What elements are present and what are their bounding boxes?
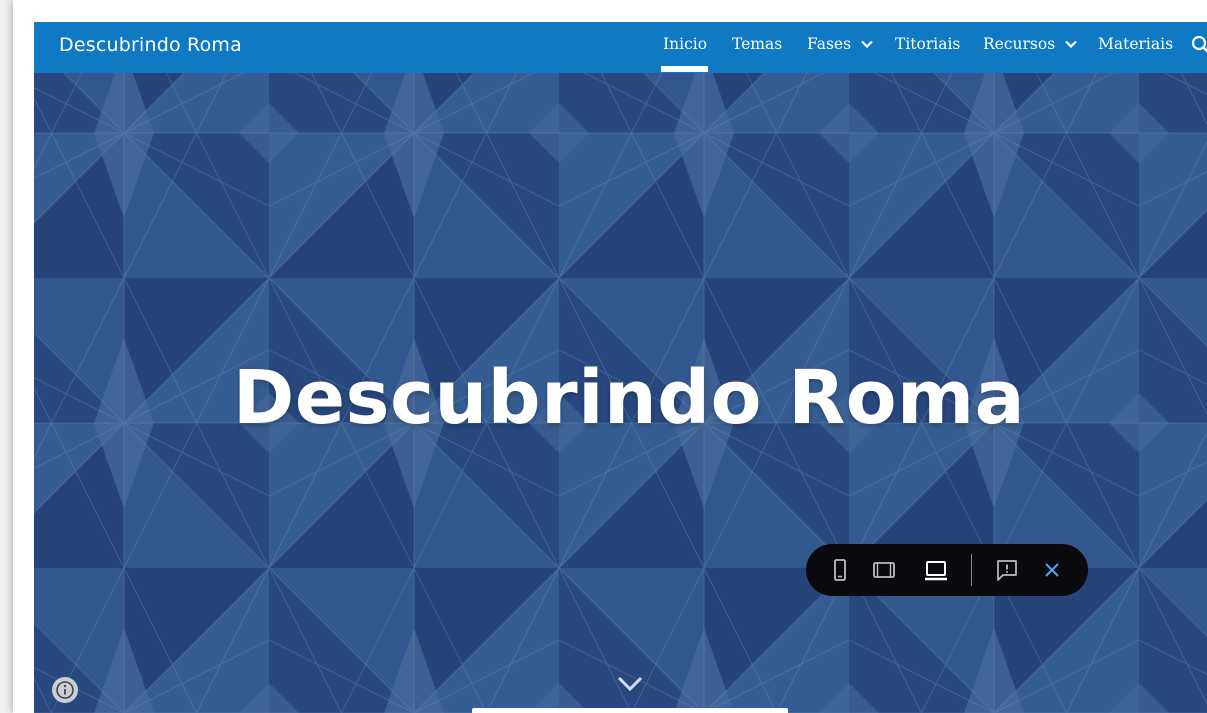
nav-item-fases[interactable]: Fases bbox=[807, 35, 873, 59]
nav-item-temas[interactable]: Temas bbox=[732, 35, 782, 59]
top-strip bbox=[13, 0, 1207, 22]
tablet-icon[interactable] bbox=[870, 556, 898, 584]
info-button[interactable] bbox=[52, 677, 78, 703]
report-issue-icon[interactable] bbox=[993, 556, 1021, 584]
nav-item-recursos[interactable]: Recursos bbox=[983, 35, 1077, 59]
phone-icon[interactable] bbox=[826, 556, 854, 584]
chevron-down-icon bbox=[1065, 40, 1077, 48]
content-edge bbox=[472, 708, 788, 713]
nav-item-label: Materiais bbox=[1098, 35, 1174, 53]
toolbar-divider bbox=[971, 554, 972, 586]
active-nav-indicator bbox=[661, 66, 708, 72]
info-icon bbox=[56, 681, 74, 699]
nav-item-titoriais[interactable]: Titoriais bbox=[895, 35, 960, 59]
nav-item-label: Titoriais bbox=[895, 35, 961, 53]
close-icon[interactable] bbox=[1038, 556, 1066, 584]
nav-item-materiais[interactable]: Materiais bbox=[1098, 35, 1173, 59]
preview-device-toolbar bbox=[806, 544, 1088, 596]
nav-item-label: Temas bbox=[732, 35, 783, 53]
scroll-down-chevron-icon[interactable] bbox=[617, 676, 643, 692]
nav-item-label: Inicio bbox=[663, 35, 708, 53]
hero-banner: Descubrindo Roma bbox=[34, 73, 1207, 713]
nav-item-label: Recursos bbox=[983, 35, 1056, 53]
site-header: Descubrindo Roma Inicio Temas Fases Tito… bbox=[34, 22, 1207, 73]
laptop-icon[interactable] bbox=[922, 556, 950, 584]
hero-title: Descubrindo Roma bbox=[232, 355, 1026, 441]
search-icon[interactable] bbox=[1191, 35, 1207, 55]
site-title[interactable]: Descubrindo Roma bbox=[59, 34, 242, 56]
browser-viewport: Descubrindo Roma Inicio Temas Fases Tito… bbox=[13, 0, 1207, 713]
nav-item-inicio[interactable]: Inicio bbox=[663, 35, 707, 59]
nav-item-label: Fases bbox=[807, 35, 852, 53]
chevron-down-icon bbox=[861, 40, 873, 48]
